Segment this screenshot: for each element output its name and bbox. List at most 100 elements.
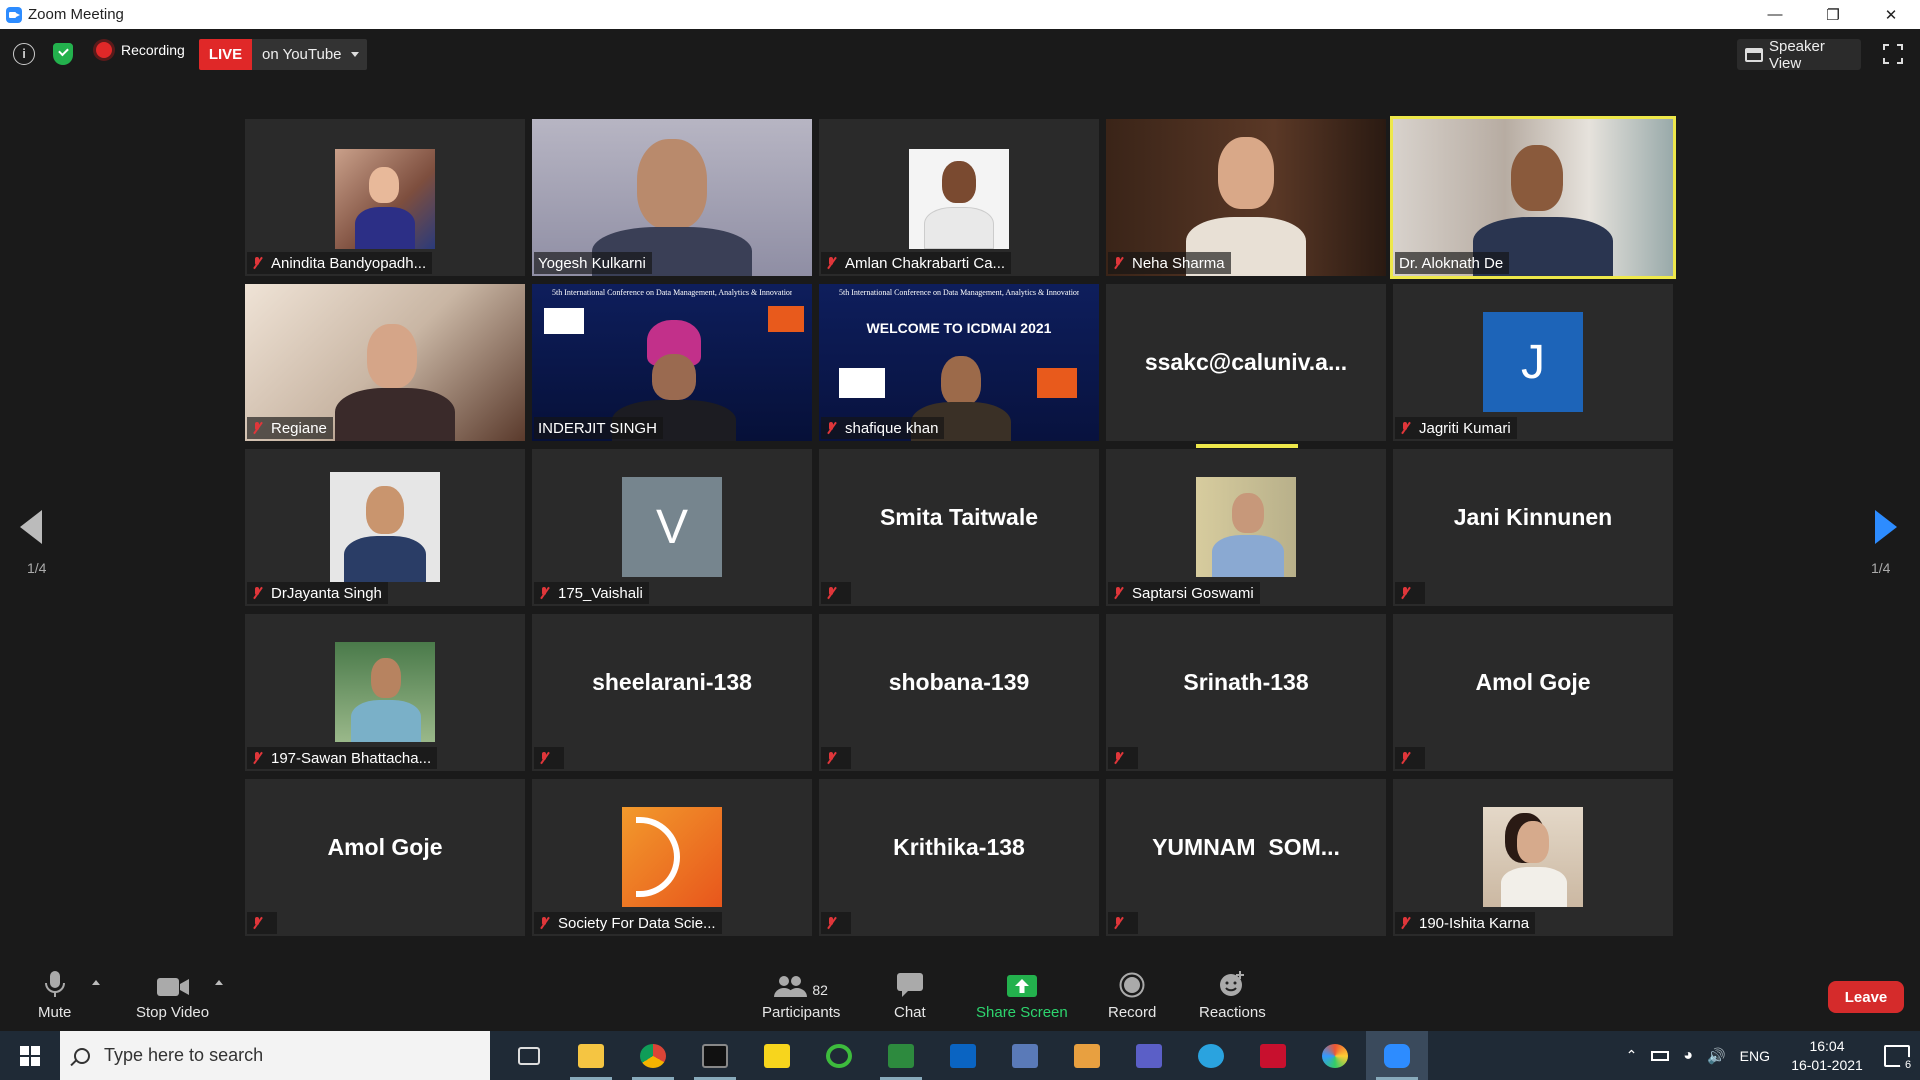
muted-mic-icon: [1399, 586, 1411, 600]
next-page-arrow-icon[interactable]: [1875, 510, 1897, 544]
chevron-up-icon[interactable]: ⌃: [1626, 1047, 1638, 1064]
audio-options-caret-icon[interactable]: [92, 980, 100, 985]
network-app-icon[interactable]: [994, 1031, 1056, 1080]
chat-button[interactable]: Chat: [894, 970, 926, 1021]
participant-tile[interactable]: Amol Goje: [245, 779, 525, 936]
wifi-icon[interactable]: ◕: [1683, 1047, 1693, 1065]
spreadsheet-icon[interactable]: [870, 1031, 932, 1080]
participant-tile[interactable]: Jani Kinnunen: [1393, 449, 1673, 606]
participant-tile[interactable]: Society For Data Scie...: [532, 779, 812, 936]
sync-icon[interactable]: [808, 1031, 870, 1080]
participant-name-label: Yogesh Kulkarni: [534, 252, 652, 274]
participants-button[interactable]: 82 Participants: [762, 970, 840, 1021]
share-screen-button[interactable]: Share Screen: [976, 970, 1068, 1021]
organization-logo: [622, 807, 722, 907]
language-indicator[interactable]: ENG: [1740, 1048, 1770, 1064]
sticky-notes-icon[interactable]: [746, 1031, 808, 1080]
participant-tile[interactable]: DrJayanta Singh: [245, 449, 525, 606]
participant-name-large: ssakc@caluniv.a...: [1144, 349, 1348, 375]
zoom-taskbar-icon[interactable]: [1366, 1031, 1428, 1080]
fullscreen-icon[interactable]: [1882, 43, 1904, 65]
participant-tile[interactable]: 5th International Conference on Data Man…: [532, 284, 812, 441]
participant-name-large: Smita Taitwale: [879, 504, 1039, 530]
video-camera-icon: [156, 978, 189, 996]
muted-mic-icon: [1399, 916, 1411, 930]
participant-tile[interactable]: V 175_Vaishali: [532, 449, 812, 606]
participant-tile[interactable]: YUMNAM SOM...: [1106, 779, 1386, 936]
file-explorer-icon[interactable]: [560, 1031, 622, 1080]
muted-mic-icon: [251, 586, 263, 600]
pdf-app-icon[interactable]: [1242, 1031, 1304, 1080]
participant-tile[interactable]: sheelarani-138: [532, 614, 812, 771]
chrome-icon[interactable]: [622, 1031, 684, 1080]
participant-name-label: [1108, 912, 1138, 934]
participant-tile[interactable]: Krithika-138: [819, 779, 1099, 936]
shield-icon[interactable]: [53, 43, 73, 65]
participant-tile[interactable]: ssakc@caluniv.a...: [1106, 284, 1386, 441]
battery-icon[interactable]: [1651, 1050, 1670, 1061]
mute-button[interactable]: Mute: [38, 970, 71, 1021]
live-target-label: on YouTube: [262, 46, 342, 63]
participant-name-large: Krithika-138: [893, 834, 1025, 860]
video-options-caret-icon[interactable]: [215, 980, 223, 985]
speaker-view-label: Speaker View: [1768, 37, 1825, 72]
minimize-button[interactable]: —: [1746, 0, 1804, 29]
recording-indicator[interactable]: Recording: [96, 42, 185, 58]
live-on-youtube-dropdown[interactable]: on YouTube: [252, 39, 367, 70]
participant-tile[interactable]: shobana-139: [819, 614, 1099, 771]
participant-name-label: 197-Sawan Bhattacha...: [247, 747, 438, 769]
paint-icon[interactable]: [1304, 1031, 1366, 1080]
reactions-button[interactable]: Reactions: [1199, 970, 1266, 1021]
muted-mic-icon: [825, 586, 837, 600]
participant-name-label: [1395, 582, 1425, 604]
participant-tile[interactable]: J Jagriti Kumari: [1393, 284, 1673, 441]
participants-label: Participants: [762, 1004, 841, 1021]
participant-name-label: 190-Ishita Karna: [1395, 912, 1536, 934]
search-placeholder: Type here to search: [104, 1045, 264, 1065]
participant-name-label: [1108, 747, 1138, 769]
participant-tile[interactable]: Neha Sharma: [1106, 119, 1386, 276]
stop-video-button[interactable]: Stop Video: [136, 970, 209, 1021]
participant-tile[interactable]: Anindita Bandyopadh...: [245, 119, 525, 276]
windows-taskbar: Type here to search ⌃ ◕ 🔊 ENG 16:04 16-0…: [0, 1031, 1920, 1080]
restore-button[interactable]: ❐: [1804, 0, 1862, 29]
participant-tile[interactable]: Amol Goje: [1393, 614, 1673, 771]
close-button[interactable]: ✕: [1862, 0, 1920, 29]
speaker-view-button[interactable]: Speaker View: [1737, 37, 1861, 72]
participant-tile[interactable]: Saptarsi Goswami: [1106, 449, 1386, 606]
participant-name-label: [821, 912, 851, 934]
participant-name-label: [821, 582, 851, 604]
participant-name-large: YUMNAM SOM...: [1152, 834, 1340, 860]
outlook-icon[interactable]: [932, 1031, 994, 1080]
task-view-icon[interactable]: [498, 1031, 560, 1080]
chat-label: Chat: [894, 1004, 926, 1021]
participant-name-large: Amol Goje: [327, 834, 443, 860]
taskbar-search-box[interactable]: Type here to search: [60, 1031, 490, 1080]
reactions-label: Reactions: [1199, 1004, 1266, 1021]
participant-tile[interactable]: 5th International Conference on Data Man…: [819, 284, 1099, 441]
notifications-icon[interactable]: 6: [1884, 1044, 1916, 1073]
volume-icon[interactable]: 🔊: [1707, 1047, 1726, 1065]
participant-tile[interactable]: Smita Taitwale: [819, 449, 1099, 606]
leave-meeting-button[interactable]: Leave: [1828, 981, 1904, 1013]
participant-name-label: Saptarsi Goswami: [1108, 582, 1260, 604]
participant-tile[interactable]: 197-Sawan Bhattacha...: [245, 614, 525, 771]
folder-app-icon[interactable]: [1056, 1031, 1118, 1080]
participant-tile[interactable]: Amlan Chakrabarti Ca...: [819, 119, 1099, 276]
participant-name-large: Amol Goje: [1475, 669, 1591, 695]
start-button[interactable]: [0, 1031, 60, 1080]
taskbar-clock[interactable]: 16:04 16-01-2021: [1784, 1037, 1870, 1075]
info-icon[interactable]: i: [13, 43, 35, 65]
chat-bubble-icon: [896, 973, 923, 997]
muted-mic-icon: [825, 916, 837, 930]
participant-tile[interactable]: Srinath-138: [1106, 614, 1386, 771]
terminal-icon[interactable]: [684, 1031, 746, 1080]
record-button[interactable]: Record: [1108, 970, 1156, 1021]
participant-tile[interactable]: Yogesh Kulkarni: [532, 119, 812, 276]
teams-icon[interactable]: [1118, 1031, 1180, 1080]
previous-page-arrow-icon[interactable]: [20, 510, 42, 544]
telegram-icon[interactable]: [1180, 1031, 1242, 1080]
participant-tile[interactable]: Regiane: [245, 284, 525, 441]
participant-tile-active-speaker[interactable]: Dr. Aloknath De: [1390, 116, 1676, 279]
participant-tile[interactable]: 190-Ishita Karna: [1393, 779, 1673, 936]
